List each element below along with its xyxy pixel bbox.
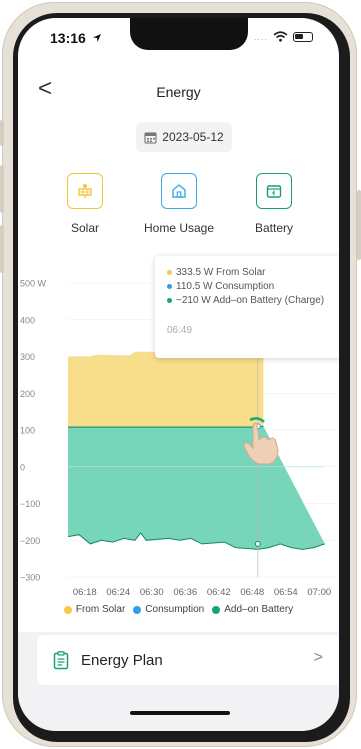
signal-dots-icon: .... xyxy=(253,31,268,42)
wifi-icon xyxy=(273,31,288,42)
y-tick-label: 500 W xyxy=(20,279,47,289)
tooltip-row-consumption: 110.5 W Consumption xyxy=(167,280,339,293)
y-tick-label: 300 xyxy=(20,352,35,362)
tab-solar[interactable]: Solar xyxy=(40,173,130,235)
legend-battery-label: Add–on Battery xyxy=(224,604,294,615)
tooltip-time: 06:49 xyxy=(167,325,193,336)
tab-solar-label: Solar xyxy=(70,221,99,235)
y-tick-label: −200 xyxy=(20,536,40,546)
legend-consumption-label: Consumption xyxy=(145,604,205,615)
clipboard-icon xyxy=(53,651,69,670)
tooltip-row-solar: 333.5 W From Solar xyxy=(167,266,339,279)
mute-switch xyxy=(0,120,4,146)
nav-bar: < Energy xyxy=(18,76,339,106)
tab-home-usage-label: Home Usage xyxy=(143,221,215,235)
volume-up-button xyxy=(0,165,4,213)
legend-item-battery[interactable]: Add–on Battery xyxy=(212,604,293,615)
legend-item-solar[interactable]: From Solar xyxy=(63,604,126,615)
cursor-point-battery xyxy=(254,540,261,547)
notch xyxy=(130,18,248,50)
x-tick-label: 06:42 xyxy=(207,587,231,598)
series-area-add-on-battery xyxy=(68,426,325,550)
battery-icon xyxy=(256,173,292,209)
volume-down-button xyxy=(0,225,4,273)
tab-battery[interactable]: Battery xyxy=(229,173,319,235)
x-tick-label: 06:54 xyxy=(274,587,298,598)
chart-legend: From Solar Consumption Add–on Battery xyxy=(18,604,339,615)
legend-item-consumption[interactable]: Consumption xyxy=(133,604,204,615)
page-title: Energy xyxy=(156,84,201,100)
energy-plan-label: Energy Plan xyxy=(81,651,163,669)
calendar-icon xyxy=(144,132,157,143)
tooltip-dot-battery xyxy=(167,298,172,303)
status-time: 13:16 xyxy=(50,30,102,46)
date-picker[interactable]: 2023-05-12 xyxy=(136,122,232,152)
status-time-text: 13:16 xyxy=(50,30,86,46)
chevron-right-icon: > xyxy=(313,649,323,666)
x-tick-label: 06:48 xyxy=(240,587,264,598)
x-tick-label: 06:30 xyxy=(140,587,164,598)
y-tick-label: −100 xyxy=(20,499,40,509)
x-tick-label: 06:18 xyxy=(73,587,97,598)
solar-panel-icon xyxy=(67,173,103,209)
tooltip-consumption-text: 110.5 W Consumption xyxy=(176,281,275,292)
energy-plan-card[interactable]: Energy Plan > xyxy=(37,635,339,685)
legend-dot-consumption xyxy=(133,605,142,614)
app-screen: 13:16 .... < Energy 2023-05-12 Solar Hom… xyxy=(18,18,339,731)
date-value: 2023-05-12 xyxy=(162,130,224,144)
location-arrow-icon xyxy=(92,34,101,42)
legend-dot-battery xyxy=(212,605,221,614)
tooltip-solar-text: 333.5 W From Solar xyxy=(176,267,266,278)
y-tick-label: 400 xyxy=(20,315,35,325)
tooltip-dot-solar xyxy=(167,270,172,275)
y-tick-label: 100 xyxy=(20,426,35,436)
legend-dot-solar xyxy=(63,605,72,614)
y-tick-label: 0 xyxy=(20,462,25,472)
home-indicator[interactable] xyxy=(130,711,230,715)
home-icon xyxy=(161,173,197,209)
tooltip-row-battery: −210 W Add–on Battery (Charge) xyxy=(167,294,339,307)
hand-pointer-icon xyxy=(243,417,279,465)
legend-solar-label: From Solar xyxy=(75,604,126,615)
tab-home-usage[interactable]: Home Usage xyxy=(134,173,224,235)
status-icons: .... xyxy=(254,31,313,42)
x-tick-label: 06:36 xyxy=(173,587,197,598)
chart-tooltip: 333.5 W From Solar 110.5 W Consumption −… xyxy=(155,256,339,358)
power-button xyxy=(357,190,361,260)
tooltip-battery-text: −210 W Add–on Battery (Charge) xyxy=(176,295,325,306)
x-tick-label: 06:24 xyxy=(106,587,130,598)
x-tick-label: 07:00 xyxy=(307,587,331,598)
y-tick-label: −300 xyxy=(20,573,40,583)
y-tick-label: 200 xyxy=(20,389,35,399)
tab-battery-label: Battery xyxy=(254,221,293,235)
tooltip-dot-consumption xyxy=(167,284,172,289)
battery-status-icon xyxy=(293,31,313,42)
